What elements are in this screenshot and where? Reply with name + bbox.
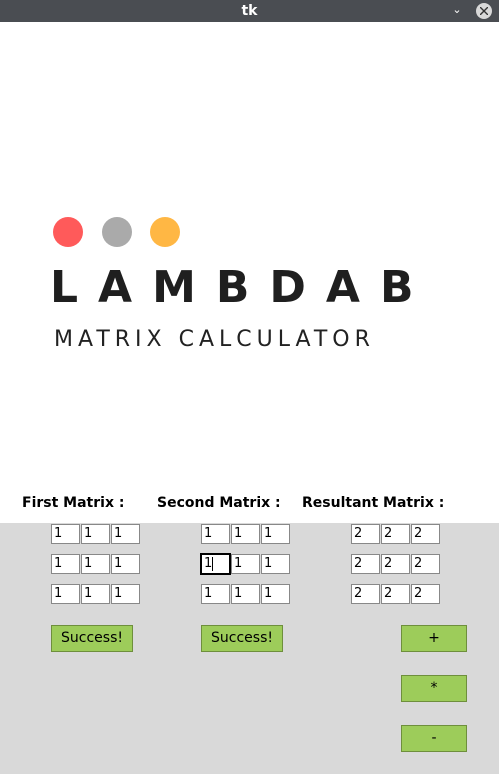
close-icon	[480, 7, 488, 15]
second-matrix-cell[interactable]: 1	[201, 584, 230, 604]
subtract-button[interactable]: -	[401, 725, 467, 752]
minimize-icon[interactable]: ⌄	[450, 3, 464, 17]
second-matrix-cell[interactable]: 1	[231, 524, 260, 544]
brand-subtitle: MATRIX CALCULATOR	[54, 327, 375, 352]
second-matrix-label: Second Matrix :	[157, 494, 281, 512]
first-matrix-cell[interactable]: 1	[51, 584, 80, 604]
result-matrix-cell[interactable]: 2	[411, 554, 440, 574]
second-matrix-cell[interactable]: 1	[261, 554, 290, 574]
result-matrix-cell[interactable]: 2	[411, 584, 440, 604]
second-matrix-cell[interactable]: 1	[231, 554, 260, 574]
text-cursor	[212, 556, 214, 571]
add-button[interactable]: +	[401, 625, 467, 652]
result-matrix-cell[interactable]: 2	[381, 524, 410, 544]
multiply-button[interactable]: *	[401, 675, 467, 702]
red-dot	[53, 217, 83, 247]
title-bar: tk ⌄	[0, 0, 499, 22]
yellow-dot	[150, 217, 180, 247]
close-button[interactable]	[476, 3, 492, 19]
first-matrix-cell[interactable]: 1	[51, 524, 80, 544]
first-matrix-cell[interactable]: 1	[81, 584, 110, 604]
brand-name: LAMBDAB	[50, 262, 434, 313]
first-matrix-label: First Matrix :	[22, 494, 125, 512]
cell-value: 1	[204, 556, 213, 571]
first-matrix-cell[interactable]: 1	[81, 524, 110, 544]
result-matrix-cell[interactable]: 2	[351, 554, 380, 574]
result-matrix-cell[interactable]: 2	[411, 524, 440, 544]
second-matrix-cell[interactable]: 1	[261, 584, 290, 604]
second-matrix-cell[interactable]: 1	[261, 524, 290, 544]
second-success-button[interactable]: Success!	[201, 625, 283, 652]
first-success-button[interactable]: Success!	[51, 625, 133, 652]
first-matrix-cell[interactable]: 1	[111, 524, 140, 544]
second-matrix-cell[interactable]: 1	[201, 524, 230, 544]
first-matrix-cell[interactable]: 1	[111, 584, 140, 604]
result-matrix-cell[interactable]: 2	[381, 584, 410, 604]
first-matrix-cell[interactable]: 1	[111, 554, 140, 574]
result-matrix-label: Resultant Matrix :	[302, 494, 445, 512]
second-matrix-cell[interactable]: 1	[231, 584, 260, 604]
second-matrix-cell-focused[interactable]: 1	[200, 553, 231, 575]
logo-banner: LAMBDAB MATRIX CALCULATOR	[0, 22, 499, 523]
window-title: tk	[241, 3, 258, 19]
grey-dot	[102, 217, 132, 247]
first-matrix-cell[interactable]: 1	[51, 554, 80, 574]
result-matrix-cell[interactable]: 2	[351, 524, 380, 544]
first-matrix-cell[interactable]: 1	[81, 554, 110, 574]
result-matrix-cell[interactable]: 2	[351, 584, 380, 604]
result-matrix-cell[interactable]: 2	[381, 554, 410, 574]
